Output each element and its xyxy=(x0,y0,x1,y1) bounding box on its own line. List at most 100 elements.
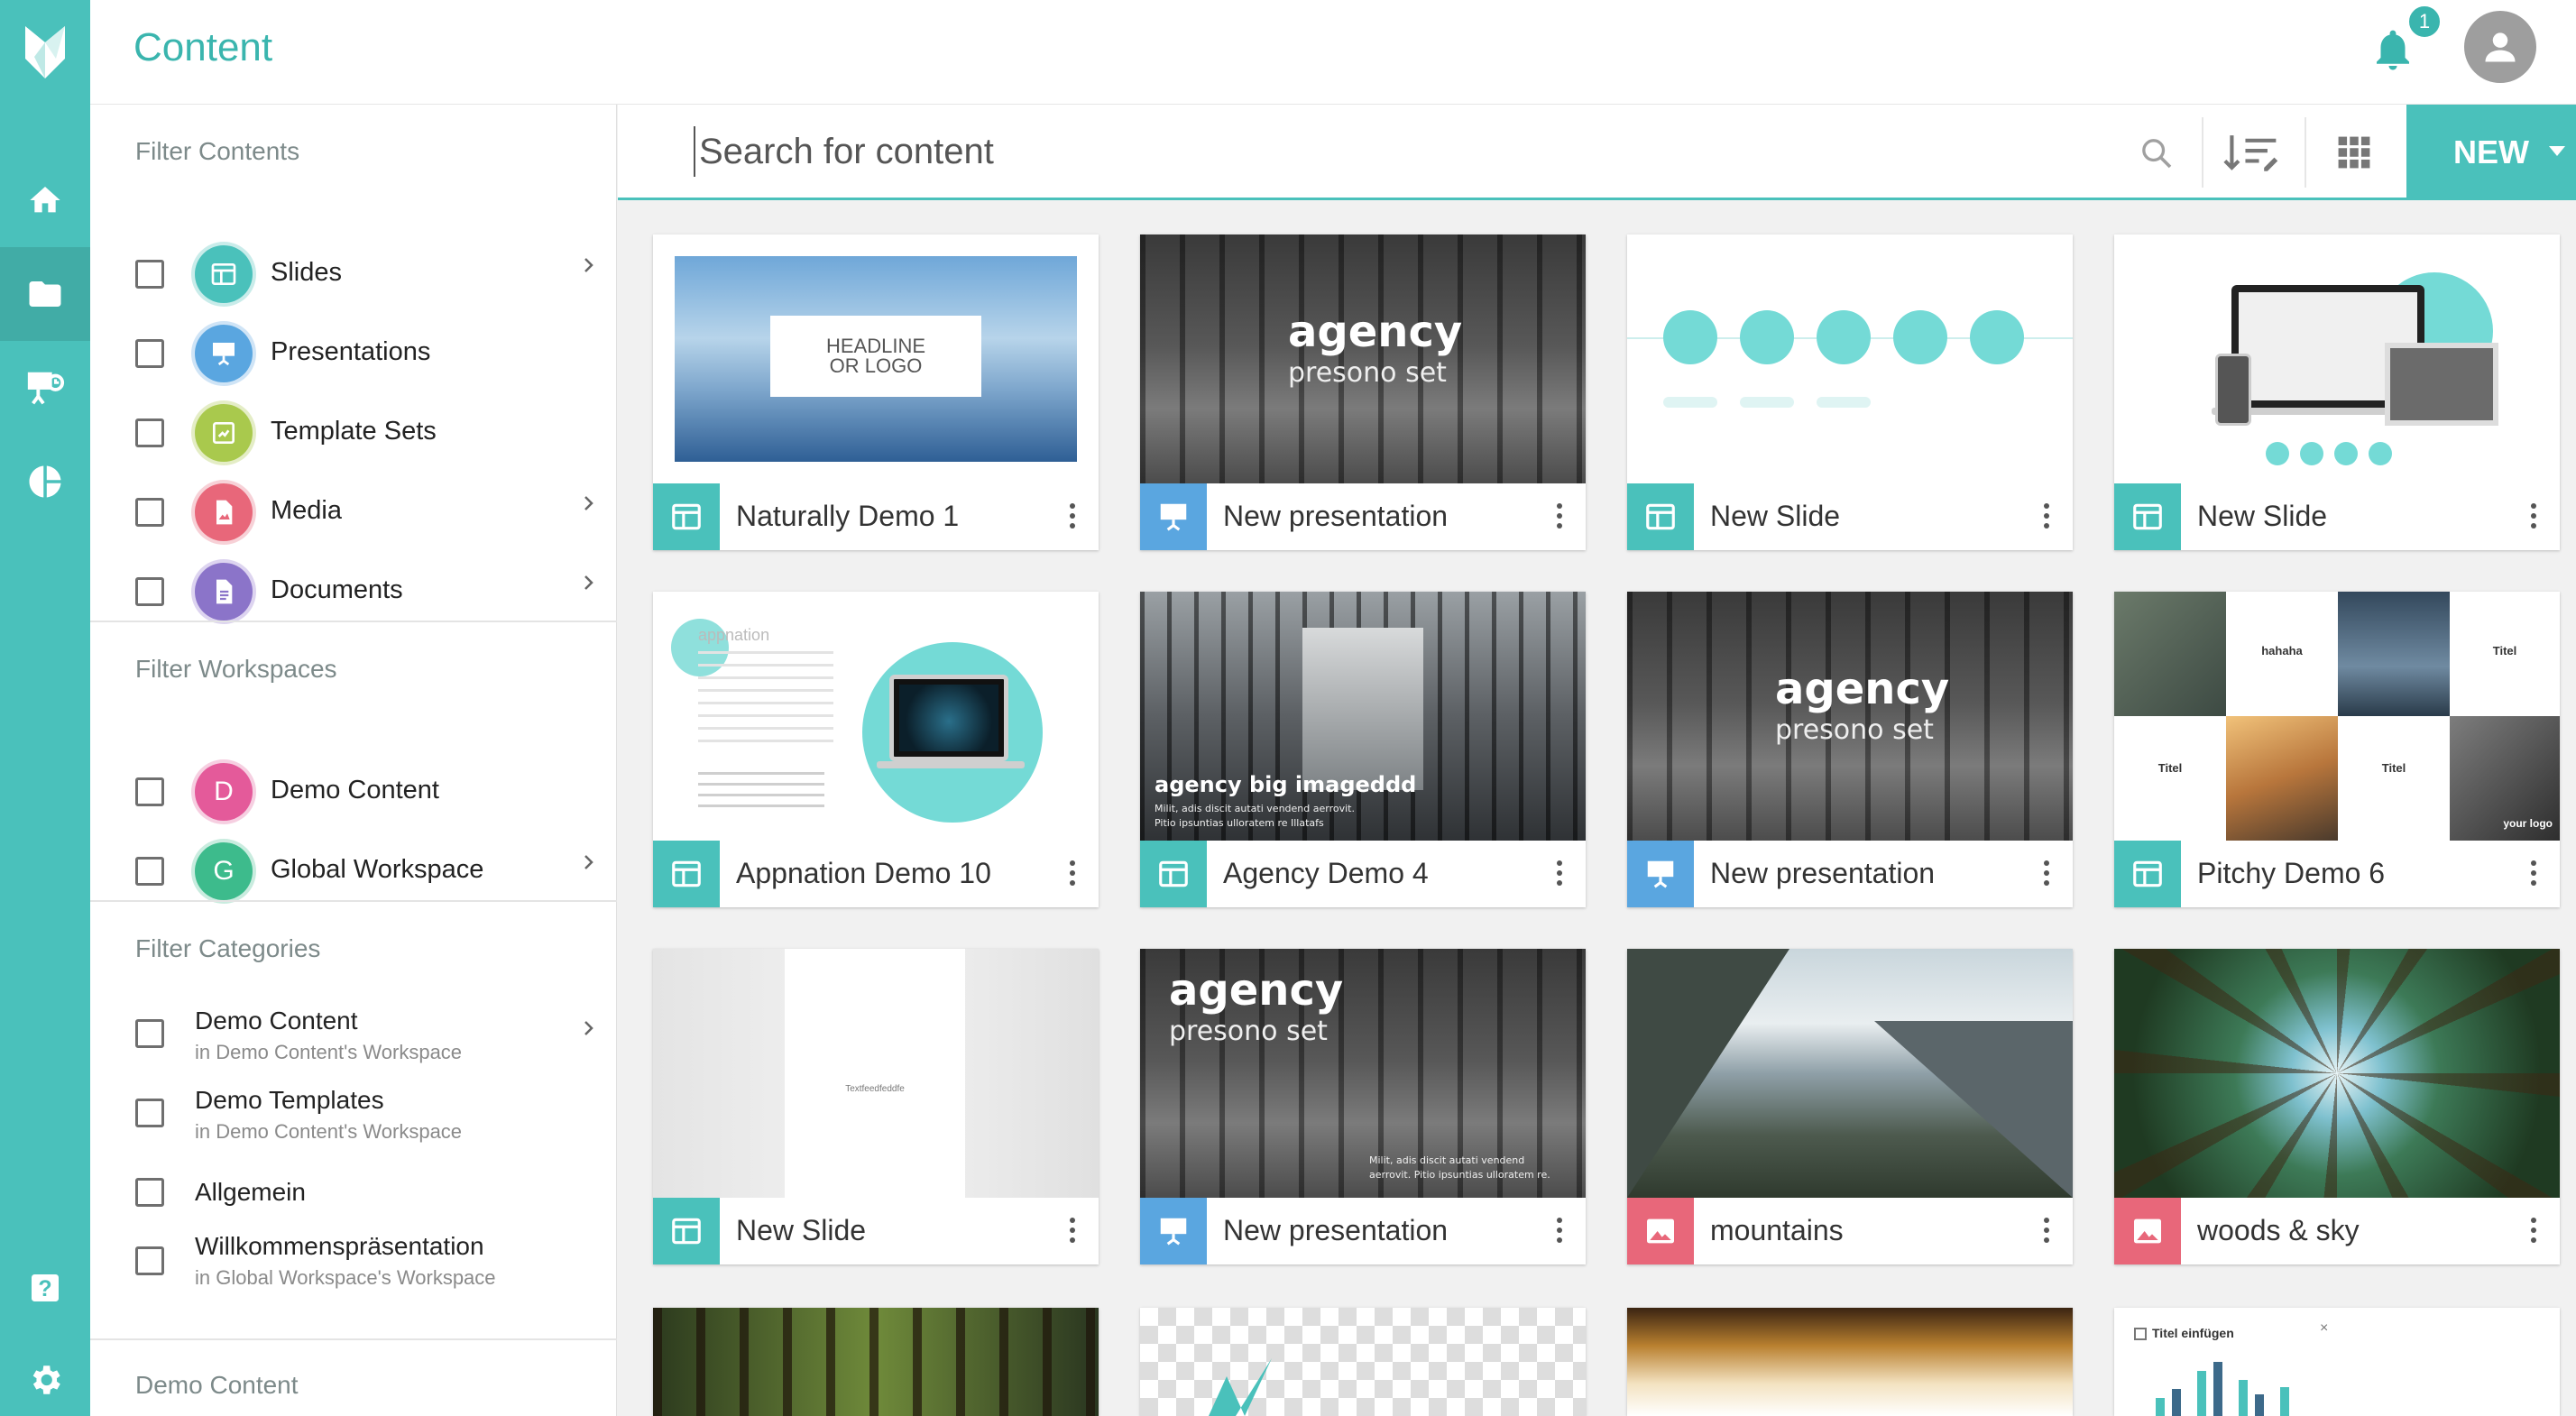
close-icon[interactable]: × xyxy=(2320,1320,2328,1337)
content-card[interactable]: agency presono set New presentation xyxy=(1140,234,1586,550)
card-thumbnail[interactable]: agency presono set xyxy=(1627,592,2073,841)
card-thumbnail[interactable] xyxy=(1627,949,2073,1198)
media-label: Media xyxy=(271,496,342,525)
card-thumbnail[interactable] xyxy=(653,1308,1099,1416)
card-thumbnail[interactable]: appnation xyxy=(653,592,1099,841)
chevron-right-icon[interactable] xyxy=(577,254,599,276)
help-icon[interactable]: ? xyxy=(0,1241,90,1335)
template-sets-checkbox[interactable] xyxy=(135,418,164,447)
card-thumbnail[interactable] xyxy=(1627,234,2073,483)
presentation-board-icon[interactable] xyxy=(0,341,90,435)
filter-category-demo-content[interactable]: Demo Content in Demo Content's Workspace xyxy=(135,1007,604,1079)
filter-content-slides[interactable]: Slides xyxy=(135,245,604,332)
grid-view-icon[interactable] xyxy=(2337,135,2371,170)
template-icon xyxy=(195,404,253,462)
more-vert-icon[interactable] xyxy=(1555,860,1564,889)
app-logo-icon[interactable] xyxy=(0,0,90,105)
more-vert-icon[interactable] xyxy=(2529,1218,2538,1246)
documents-checkbox[interactable] xyxy=(135,577,164,606)
slides-checkbox[interactable] xyxy=(135,260,164,289)
content-card[interactable]: New Slide xyxy=(2114,234,2560,550)
settings-gear-icon[interactable] xyxy=(0,1333,90,1416)
content-card[interactable]: agency presono set Milit, adis discit au… xyxy=(1140,949,1586,1264)
card-thumbnail[interactable]: agency big imageddd Milit, adis discit a… xyxy=(1140,592,1586,841)
category-checkbox[interactable] xyxy=(135,1178,164,1207)
new-button[interactable]: NEW xyxy=(2406,105,2576,200)
presentation-icon xyxy=(1140,1198,1207,1264)
more-vert-icon[interactable] xyxy=(2529,503,2538,532)
thumb-text: agency xyxy=(1288,307,1463,357)
content-card[interactable] xyxy=(653,1308,1099,1416)
filter-category-demo-templates[interactable]: Demo Templates in Demo Content's Workspa… xyxy=(135,1086,604,1158)
search-icon[interactable] xyxy=(2139,135,2175,171)
filter-content-documents[interactable]: Documents xyxy=(135,563,604,649)
presentation-icon xyxy=(1627,841,1694,907)
category-checkbox[interactable] xyxy=(135,1246,164,1275)
content-card[interactable]: appnation Appnation Demo 10 xyxy=(653,592,1099,907)
card-thumbnail[interactable] xyxy=(1140,1308,1586,1416)
tablet-image xyxy=(2385,343,2498,426)
category-checkbox[interactable] xyxy=(135,1019,164,1048)
card-thumbnail[interactable] xyxy=(2114,949,2560,1198)
content-card[interactable]: agency presono set New presentation xyxy=(1627,592,2073,907)
content-card[interactable]: New Slide xyxy=(1627,234,2073,550)
thumb-text: Milit, adis discit autati vendend xyxy=(1369,1154,1525,1166)
chevron-right-icon[interactable] xyxy=(577,851,599,873)
category-checkbox[interactable] xyxy=(135,1099,164,1127)
card-thumbnail[interactable]: Titel einfügen × xyxy=(2114,1308,2560,1416)
card-thumbnail[interactable]: Textfeedfeddfe xyxy=(653,949,1099,1198)
filter-category-allgemein[interactable]: Allgemein xyxy=(135,1165,604,1237)
content-card[interactable]: mountains xyxy=(1627,949,2073,1264)
filter-content-presentations[interactable]: Presentations xyxy=(135,325,604,411)
content-card[interactable]: woods & sky xyxy=(2114,949,2560,1264)
caret-down-icon[interactable] xyxy=(2549,146,2565,156)
card-thumbnail[interactable] xyxy=(1627,1308,2073,1416)
global-workspace-checkbox[interactable] xyxy=(135,857,164,886)
folder-icon[interactable] xyxy=(0,247,90,341)
template-sets-label: Template Sets xyxy=(271,417,437,446)
content-card[interactable] xyxy=(1140,1308,1586,1416)
chevron-right-icon[interactable] xyxy=(577,572,599,593)
chevron-right-icon[interactable] xyxy=(577,1017,599,1039)
content-card[interactable]: hahaha Titel Titel Titel your logo Pitch… xyxy=(2114,592,2560,907)
category-workspace-sub: in Demo Content's Workspace xyxy=(195,1120,463,1143)
card-thumbnail[interactable]: agency presono set Milit, adis discit au… xyxy=(1140,949,1586,1198)
chevron-right-icon[interactable] xyxy=(577,492,599,514)
slide-layout-icon xyxy=(2114,841,2181,907)
more-vert-icon[interactable] xyxy=(1555,503,1564,532)
more-vert-icon[interactable] xyxy=(2529,860,2538,889)
filter-contents-heading: Filter Contents xyxy=(135,137,300,165)
filter-workspace-global[interactable]: G Global Workspace xyxy=(135,842,604,929)
filter-workspace-demo-content[interactable]: D Demo Content xyxy=(135,763,604,850)
content-card[interactable]: agency big imageddd Milit, adis discit a… xyxy=(1140,592,1586,907)
logo-graphic xyxy=(1173,1358,1272,1416)
content-card[interactable]: Titel einfügen × xyxy=(2114,1308,2560,1416)
filter-category-willkommen[interactable]: Willkommenspräsentation in Global Worksp… xyxy=(135,1232,604,1304)
user-avatar[interactable] xyxy=(2464,11,2536,83)
presentations-label: Presentations xyxy=(271,337,431,366)
more-vert-icon[interactable] xyxy=(2042,1218,2051,1246)
media-checkbox[interactable] xyxy=(135,498,164,527)
search-input[interactable] xyxy=(694,126,2047,177)
sort-icon[interactable] xyxy=(2223,132,2281,173)
more-vert-icon[interactable] xyxy=(2042,503,2051,532)
more-vert-icon[interactable] xyxy=(1555,1218,1564,1246)
home-icon[interactable] xyxy=(0,153,90,247)
card-thumbnail[interactable] xyxy=(2114,234,2560,483)
presentations-checkbox[interactable] xyxy=(135,339,164,368)
thumb-text: agency xyxy=(1775,664,1950,714)
content-card[interactable]: Textfeedfeddfe New Slide xyxy=(653,949,1099,1264)
more-vert-icon[interactable] xyxy=(2042,860,2051,889)
card-thumbnail[interactable]: hahaha Titel Titel Titel your logo xyxy=(2114,592,2560,841)
more-vert-icon[interactable] xyxy=(1068,503,1077,532)
card-thumbnail[interactable]: agency presono set xyxy=(1140,234,1586,483)
analytics-pie-icon[interactable] xyxy=(0,435,90,529)
more-vert-icon[interactable] xyxy=(1068,1218,1077,1246)
filter-content-template-sets[interactable]: Template Sets xyxy=(135,404,604,491)
card-thumbnail[interactable]: HEADLINE OR LOGO xyxy=(653,234,1099,483)
more-vert-icon[interactable] xyxy=(1068,860,1077,889)
filter-content-media[interactable]: Media xyxy=(135,483,604,570)
demo-content-checkbox[interactable] xyxy=(135,777,164,806)
content-card[interactable]: HEADLINE OR LOGO Naturally Demo 1 xyxy=(653,234,1099,550)
content-card[interactable] xyxy=(1627,1308,2073,1416)
